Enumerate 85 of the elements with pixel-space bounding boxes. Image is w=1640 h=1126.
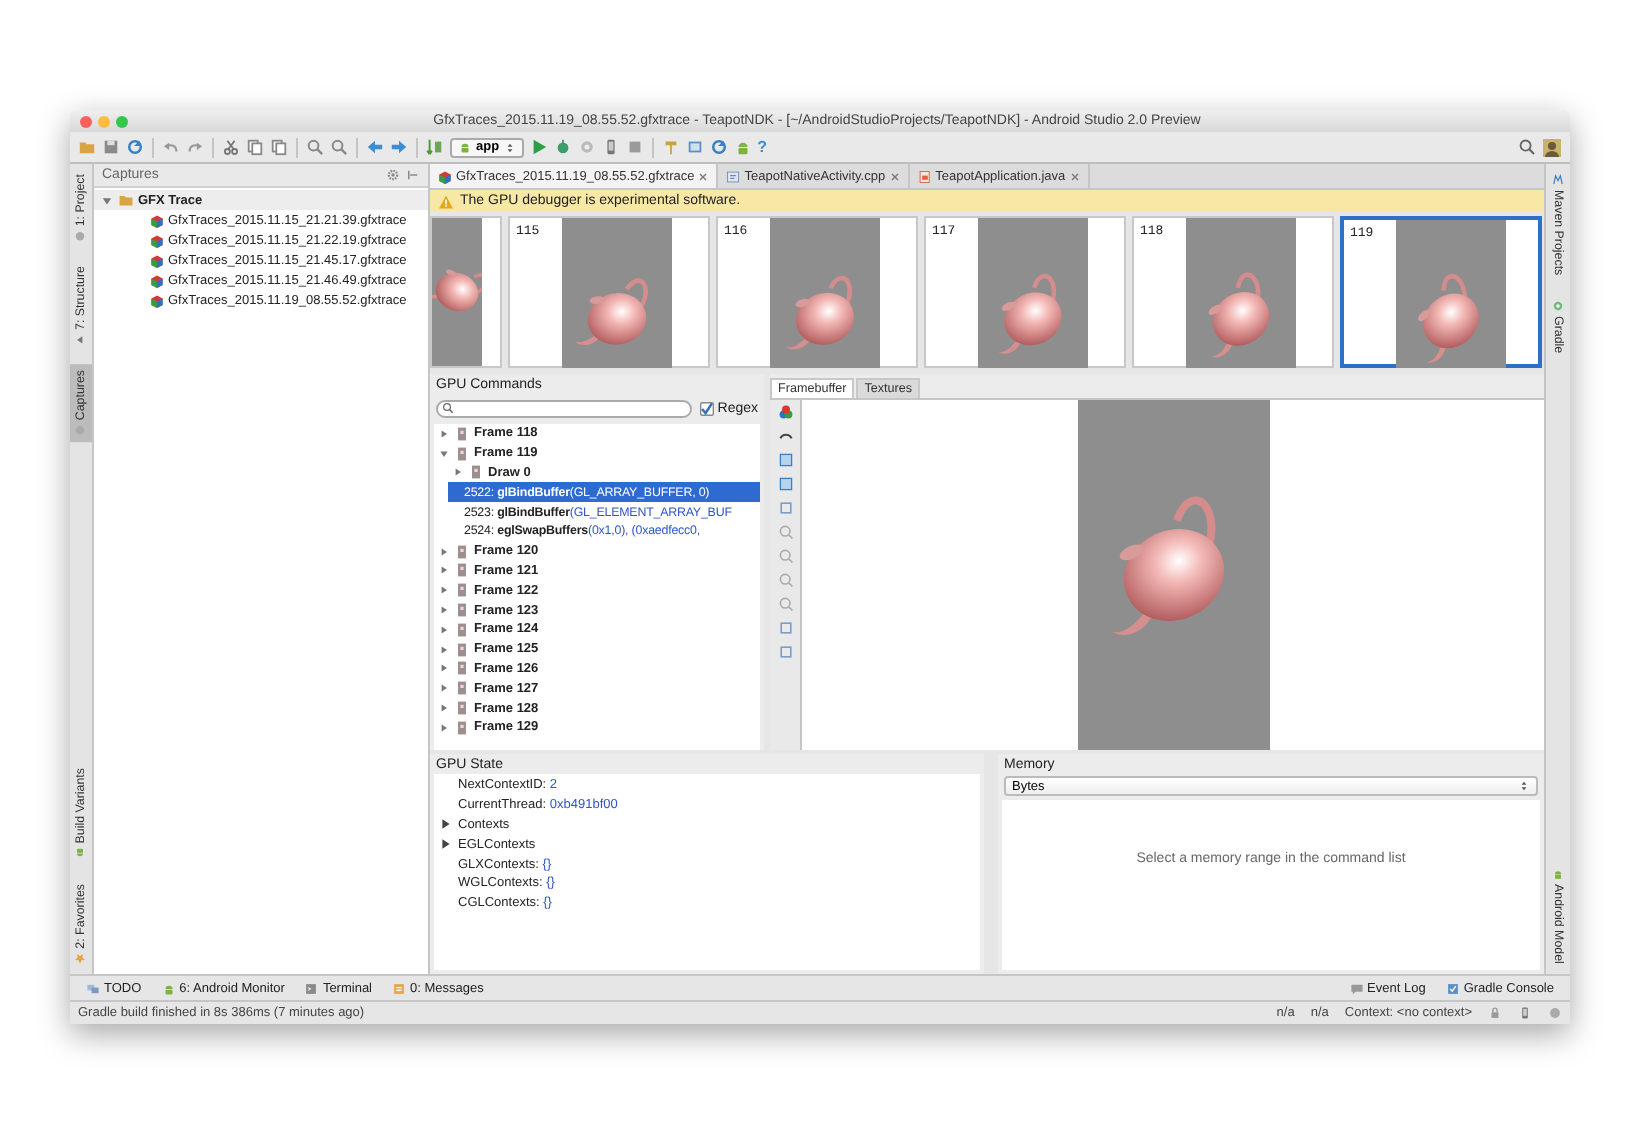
copy-icon[interactable] [246, 138, 264, 156]
trace-file-icon [150, 253, 164, 267]
frame-icon[interactable] [777, 500, 793, 516]
expand-toggle-icon[interactable] [452, 466, 464, 479]
settings-icon[interactable] [386, 168, 400, 182]
frame-icon [454, 680, 470, 697]
maven-icon [1552, 174, 1564, 186]
expand-toggle-icon[interactable] [438, 427, 450, 440]
frame-icon [454, 445, 470, 462]
android-icon [161, 981, 176, 995]
search-icon [442, 402, 454, 414]
expand-toggle-icon[interactable] [438, 623, 450, 636]
run-icon[interactable] [529, 138, 548, 156]
checkbox[interactable] [699, 401, 714, 415]
circle-icon [75, 230, 87, 243]
expand-toggle-icon[interactable] [438, 545, 450, 558]
expand-toggle-icon[interactable] [438, 447, 450, 460]
gradle-sync-icon[interactable] [709, 138, 728, 156]
close-icon[interactable] [889, 171, 900, 181]
zoom-in-icon[interactable] [777, 524, 793, 540]
frame-icon [454, 582, 470, 599]
back-icon[interactable] [366, 138, 384, 156]
source-file-icon [726, 169, 741, 183]
expand-toggle-icon[interactable] [438, 643, 450, 656]
expand-toggle-icon[interactable] [438, 721, 450, 734]
device-icon[interactable] [601, 138, 620, 156]
color-channels-icon[interactable] [777, 404, 793, 420]
speech-bubble-icon [1349, 981, 1364, 995]
find-icon[interactable] [306, 138, 324, 156]
android-icon [75, 847, 87, 860]
window-zoom-button[interactable] [116, 115, 128, 127]
draw-icon [468, 464, 484, 481]
android-icon [1552, 868, 1564, 881]
circle-icon[interactable] [1548, 1006, 1562, 1020]
undo-icon[interactable] [162, 138, 180, 156]
lock-icon[interactable] [1488, 1006, 1502, 1020]
sync-icon[interactable] [126, 138, 144, 156]
expand-toggle-icon[interactable] [438, 564, 450, 577]
expand-toggle-icon[interactable] [438, 584, 450, 597]
android-icon[interactable] [733, 138, 752, 156]
search-field[interactable] [436, 399, 692, 417]
warning-icon [438, 193, 454, 209]
expand-toggle-icon[interactable] [438, 662, 450, 675]
console-icon [1445, 981, 1460, 995]
folder-icon [118, 192, 134, 208]
trace-file-icon [150, 233, 164, 247]
android-icon [458, 140, 472, 154]
expand-toggle-icon[interactable] [440, 818, 452, 831]
debug-icon[interactable] [553, 138, 572, 156]
dropdown-arrow-icon [1518, 780, 1530, 792]
gradle-icon [1552, 299, 1564, 312]
close-icon[interactable] [698, 171, 709, 181]
star-icon [75, 952, 87, 964]
expand-toggle-icon[interactable] [438, 682, 450, 695]
dropdown-arrow-icon [503, 141, 516, 153]
pin-icon[interactable] [406, 168, 420, 182]
open-folder-icon[interactable] [78, 138, 96, 156]
terminal-icon [304, 981, 319, 995]
cut-icon[interactable] [222, 138, 240, 156]
expand-toggle-icon[interactable] [440, 838, 452, 851]
trace-file-icon [438, 169, 452, 183]
close-icon[interactable] [1069, 171, 1080, 181]
zoom-out-icon[interactable] [777, 596, 793, 612]
trace-file-icon [150, 293, 164, 307]
zoom-icon[interactable] [777, 548, 793, 564]
trace-file-icon [150, 273, 164, 287]
expand-toggle-icon[interactable] [438, 604, 450, 617]
expand-toggle-icon[interactable] [100, 193, 114, 207]
avatar-icon[interactable] [1542, 137, 1562, 157]
forward-icon[interactable] [390, 138, 408, 156]
replace-icon[interactable] [330, 138, 348, 156]
messages-icon [392, 981, 406, 995]
window-close-button[interactable] [80, 115, 92, 127]
trace-file-icon [150, 213, 164, 227]
save-icon[interactable] [102, 138, 120, 156]
build-icon[interactable] [426, 138, 444, 156]
expand-toggle-icon[interactable] [438, 702, 450, 715]
paste-icon[interactable] [270, 138, 288, 156]
stop-icon[interactable] [625, 138, 644, 156]
frame-icon [454, 425, 470, 442]
zoom-in-icon[interactable] [777, 572, 793, 588]
redo-icon[interactable] [186, 138, 204, 156]
todo-icon [86, 981, 100, 995]
search-icon[interactable] [1518, 138, 1536, 156]
java-file-icon [917, 169, 932, 183]
